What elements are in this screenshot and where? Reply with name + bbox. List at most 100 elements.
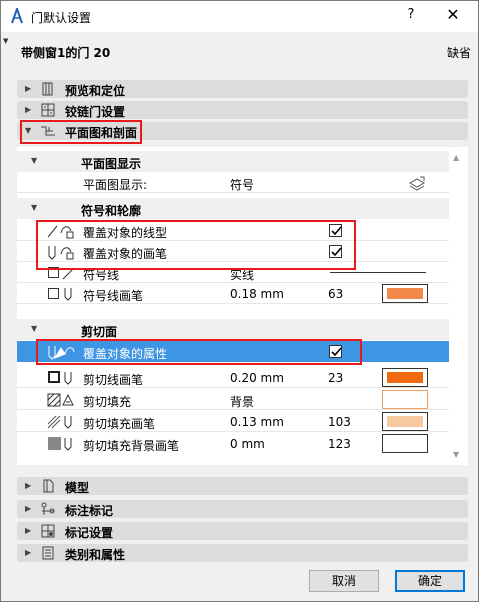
pen-number[interactable]: 63 [328,287,343,301]
close-button[interactable]: ✕ [439,5,467,27]
row-override-linetype[interactable]: 覆盖对象的线型 [17,220,449,241]
collapse-arrow-icon: ▼ [31,203,38,212]
pen-weight[interactable]: 0.13 mm [230,415,284,429]
fill-swatch[interactable] [382,390,428,409]
scroll-up-icon[interactable]: ▲ [453,153,459,162]
expand-arrow-icon: ▶ [25,105,32,114]
row-label: 剪切线画笔 [83,373,144,387]
collapse-arrow-icon: ▼ [25,126,32,135]
section-hinged-door-settings[interactable]: ▶ 铰链门设置 [17,101,468,119]
section-model[interactable]: ▶ 模型 [17,477,468,495]
hinge-door-icon [41,103,55,117]
override-attributes-checkbox[interactable] [329,345,342,358]
archicad-app-icon [11,8,23,24]
row-label: 剪切填充画笔 [83,417,156,431]
group-symbol-outline[interactable]: ▼ 符号和轮廓 [17,198,449,219]
symbol-line-checkbox[interactable] [48,267,59,278]
pen-number[interactable]: 23 [328,371,343,385]
section-label: 类别和属性 [65,548,126,562]
row-label: 符号线 [83,268,120,282]
pen-weight[interactable]: 0 mm [230,437,265,451]
cut-attributes-icon [48,346,75,360]
override-pen-checkbox[interactable] [329,245,342,258]
collapse-arrow-icon: ▼ [31,156,38,165]
pen-number[interactable]: 103 [328,415,351,429]
help-button[interactable]: ? [401,7,421,25]
floor-plan-section-panel: ▼ 平面图显示 平面图显示: 符号 ▼ 符号和轮廓 覆盖对象的线型 覆盖对象的画… [17,147,468,465]
group-label: 符号和轮廓 [81,204,142,218]
pen-color-fill [387,372,423,383]
group-cut-surface[interactable]: ▼ 剪切面 [17,319,449,340]
marker-settings-icon [41,524,55,538]
row-symbol-line[interactable]: 符号线 实线 [17,262,449,283]
title-bar: 门默认设置 ? ✕ [1,1,478,32]
window-title: 门默认设置 [31,11,92,25]
row-label: 剪切填充 [83,395,132,409]
pen-color-swatch[interactable] [382,412,428,431]
section-label: 预览和定位 [65,84,126,98]
row-label: 覆盖对象的属性 [83,347,168,361]
row-label: 覆盖对象的线型 [83,226,168,240]
pen-color-swatch[interactable] [382,434,428,453]
symbol-line-pen-checkbox[interactable] [48,288,59,299]
section-marker-settings[interactable]: ▶ 标记设置 [17,522,468,540]
expand-arrow-icon: ▶ [25,548,32,557]
background-fill-icon [48,437,61,450]
section-floor-plan-section[interactable]: ▼ 平面图和剖面 [17,122,468,140]
default-label: 缺省 [447,46,472,60]
plan-display-value[interactable]: 符号 [230,176,254,193]
cut-line-icon [48,371,60,383]
section-category-properties[interactable]: ▶ 类别和属性 [17,544,468,562]
expand-arrow-icon: ▶ [25,481,32,490]
group-label: 剪切面 [81,325,118,339]
door-default-settings-dialog: 门默认设置 ? ✕ ▼ 带侧窗1的门 20 缺省 ▶ 预览和定位 ▶ 铰链门设置… [0,0,479,602]
row-cut-fill-pen[interactable]: 剪切填充画笔 0.13 mm 103 [17,411,449,432]
object-name: 带侧窗1的门 20 [21,46,111,60]
row-plan-display[interactable]: 平面图显示: 符号 [17,172,449,193]
floor-plan-section-icon [41,126,55,136]
fill-type-value[interactable]: 背景 [230,393,254,410]
row-symbol-line-pen[interactable]: 符号线画笔 0.18 mm 63 [17,283,449,304]
section-label: 平面图和剖面 [65,126,138,140]
cancel-button[interactable]: 取消 [309,570,379,592]
panel-scrollbar[interactable]: ▲ ▼ [449,147,468,465]
pen-color-swatch[interactable] [382,284,428,303]
row-override-pen[interactable]: 覆盖对象的画笔 [17,241,449,262]
model-icon [43,479,54,493]
override-linetype-checkbox[interactable] [329,224,342,237]
dimension-marker-icon [41,502,55,515]
section-preview-positioning[interactable]: ▶ 预览和定位 [17,80,468,98]
section-dimension-marker[interactable]: ▶ 标注标记 [17,500,468,518]
section-label: 铰链门设置 [65,105,126,119]
panel-collapse-arrow-icon[interactable]: ▼ [3,37,8,45]
section-label: 模型 [65,481,90,495]
category-properties-icon [42,546,54,560]
line-icon [62,267,75,280]
row-cut-fill[interactable]: 剪切填充 背景 [17,389,449,410]
pen-color-fill [387,288,423,299]
pen-icon [48,246,74,260]
solid-line-sample[interactable] [330,272,426,273]
expand-arrow-icon: ▶ [25,504,32,513]
row-cut-line-pen[interactable]: 剪切线画笔 0.20 mm 23 [17,367,449,388]
row-label: 剪切填充背景画笔 [83,439,180,453]
pen-number[interactable]: 123 [328,437,351,451]
door-preview-icon [42,82,53,96]
ok-button[interactable]: 确定 [395,570,465,592]
symbol-line-value[interactable]: 实线 [230,266,254,283]
row-cut-fill-bg-pen[interactable]: 剪切填充背景画笔 0 mm 123 [17,433,449,454]
plan-display-mode-icon[interactable] [408,175,426,191]
pen-weight[interactable]: 0.20 mm [230,371,284,385]
linetype-icon [47,225,74,239]
section-label: 标注标记 [65,504,114,518]
group-label: 平面图显示 [81,157,142,171]
group-plan-display[interactable]: ▼ 平面图显示 [17,151,449,172]
pen-icon [64,438,72,451]
pen-color-swatch[interactable] [382,368,428,387]
pen-weight[interactable]: 0.18 mm [230,287,284,301]
row-override-attributes[interactable]: 覆盖对象的属性 [17,341,449,362]
scroll-down-icon[interactable]: ▼ [453,450,459,459]
expand-arrow-icon: ▶ [25,526,32,535]
row-label: 符号线画笔 [83,289,144,303]
pen-color-fill [387,416,423,427]
